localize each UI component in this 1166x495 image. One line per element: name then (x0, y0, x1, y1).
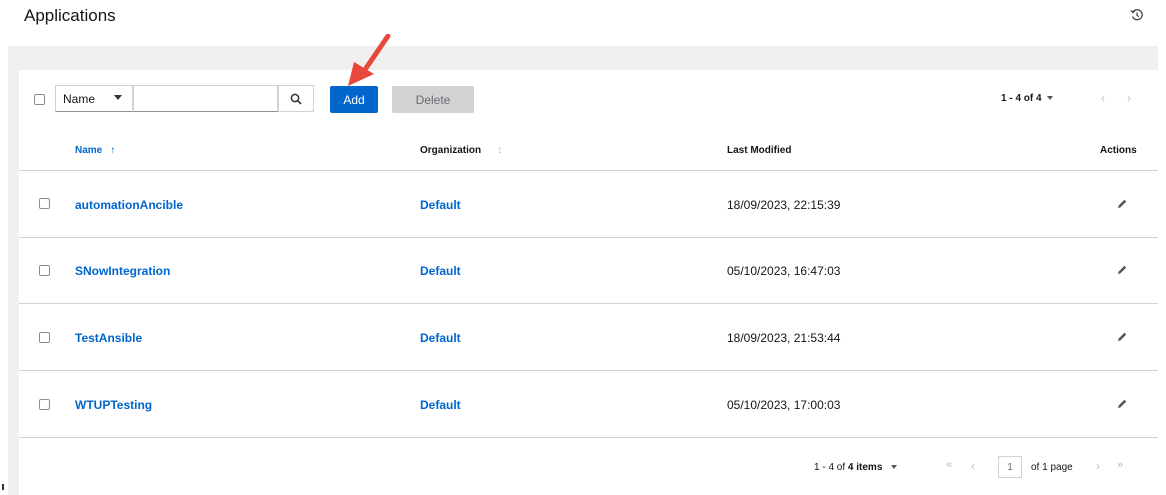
edge-mark (2, 484, 4, 490)
caret-down-icon (114, 95, 122, 100)
search-icon (290, 93, 302, 105)
search-button[interactable] (278, 85, 314, 112)
last-page-icon[interactable]: » (1117, 459, 1123, 471)
organization-link[interactable]: Default (420, 331, 461, 345)
footer-range-prefix: 1 - 4 of (814, 462, 846, 473)
row-checkbox[interactable] (39, 198, 50, 209)
next-page-icon[interactable]: › (1096, 459, 1100, 473)
row-checkbox[interactable] (39, 332, 50, 343)
application-name-link[interactable]: TestAnsible (75, 331, 142, 345)
pagination-toggle[interactable]: 1 - 4 of 4 (1001, 93, 1053, 104)
edit-pencil-icon[interactable] (1116, 264, 1128, 276)
sort-ascending-icon: ↑ (110, 145, 116, 156)
search-input[interactable] (133, 85, 278, 112)
organization-link[interactable]: Default (420, 264, 461, 278)
edit-pencil-icon[interactable] (1116, 398, 1128, 410)
divider (19, 437, 1158, 438)
divider (19, 370, 1158, 371)
column-header-organization[interactable]: Organization ↕ (420, 145, 502, 156)
row-checkbox[interactable] (39, 399, 50, 410)
add-button[interactable]: Add (330, 86, 378, 113)
column-header-last-modified[interactable]: Last Modified (727, 145, 791, 156)
filter-attribute-value: Name (63, 91, 96, 106)
caret-down-icon (891, 465, 898, 470)
last-modified-value: 05/10/2023, 17:00:03 (727, 398, 841, 412)
footer-pagination-toggle[interactable]: 1 - 4 of 4 items (814, 462, 898, 473)
column-organization-label: Organization (420, 145, 482, 156)
column-header-actions: Actions (1100, 145, 1137, 156)
divider (19, 170, 1158, 171)
page-title: Applications (24, 6, 116, 25)
last-modified-value: 18/09/2023, 22:15:39 (727, 198, 841, 212)
application-name-link[interactable]: SNowIntegration (75, 264, 170, 278)
applications-card: Name Add Delete 1 - 4 of 4 ‹ › Name ↑ Org… (19, 70, 1158, 495)
edit-pencil-icon[interactable] (1116, 331, 1128, 343)
first-page-icon[interactable]: « (946, 459, 952, 471)
previous-page-icon[interactable]: ‹ (971, 459, 975, 473)
organization-link[interactable]: Default (420, 398, 461, 412)
annotation-arrow-icon (348, 34, 391, 86)
history-icon[interactable] (1128, 6, 1146, 24)
delete-button[interactable]: Delete (392, 86, 474, 113)
filter-attribute-select[interactable]: Name (55, 85, 133, 112)
last-modified-value: 05/10/2023, 16:47:03 (727, 264, 841, 278)
previous-page-icon[interactable]: ‹ (1101, 91, 1105, 105)
of-pages-label: of 1 page (1031, 462, 1073, 473)
edit-pencil-icon[interactable] (1116, 198, 1128, 210)
divider (19, 303, 1158, 304)
page-number-input[interactable] (998, 456, 1022, 478)
column-header-name[interactable]: Name ↑ (75, 145, 115, 156)
application-name-link[interactable]: automationAncible (75, 198, 183, 212)
caret-down-icon (1046, 96, 1053, 101)
pagination-range: 1 - 4 of 4 (1001, 93, 1042, 104)
sort-icon: ↕ (497, 145, 503, 156)
last-modified-value: 18/09/2023, 21:53:44 (727, 331, 841, 345)
select-all-checkbox[interactable] (34, 94, 45, 105)
application-name-link[interactable]: WTUPTesting (75, 398, 152, 412)
history-icon-glyph (1130, 9, 1143, 21)
footer-items-count: 4 items (847, 462, 883, 473)
next-page-icon[interactable]: › (1127, 91, 1131, 105)
row-checkbox[interactable] (39, 265, 50, 276)
divider (19, 237, 1158, 238)
column-name-label: Name (75, 145, 103, 156)
organization-link[interactable]: Default (420, 198, 461, 212)
